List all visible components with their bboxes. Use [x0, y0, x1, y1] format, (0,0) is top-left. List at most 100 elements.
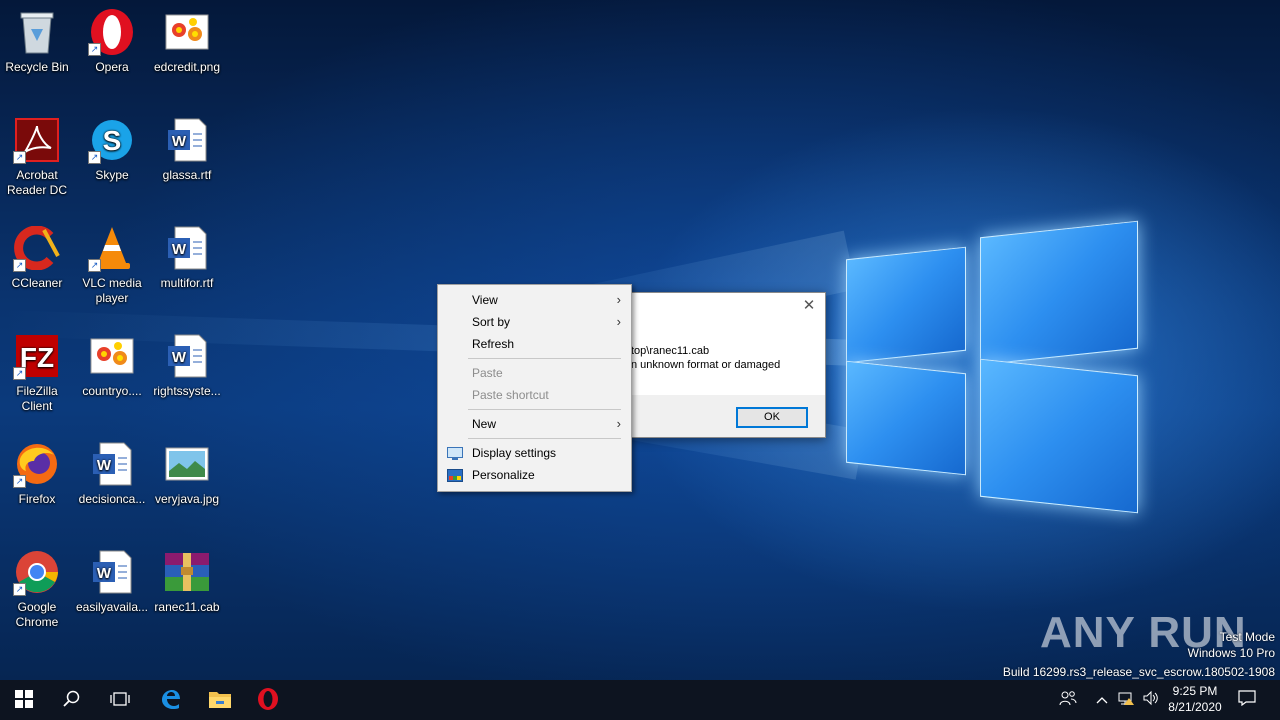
menu-separator — [468, 409, 621, 410]
svg-text:W: W — [172, 349, 187, 366]
menu-item-refresh[interactable]: Refresh — [438, 333, 631, 355]
skype-icon: S ↗ — [88, 116, 136, 164]
desktop-icon-multifor[interactable]: W multifor.rtf — [150, 224, 224, 291]
desktop-icon-glassa[interactable]: W glassa.rtf — [150, 116, 224, 183]
icon-label: FileZilla Client — [16, 384, 58, 413]
chevron-up-icon — [1096, 693, 1108, 708]
taskbar — [0, 680, 1280, 720]
desktop-icon-firefox[interactable]: ↗ Firefox — [0, 440, 74, 507]
shortcut-arrow-icon: ↗ — [88, 259, 101, 272]
desktop-icon-edcredit[interactable]: edcredit.png — [150, 8, 224, 75]
shortcut-arrow-icon: ↗ — [88, 151, 101, 164]
taskbar-file-explorer[interactable] — [196, 680, 244, 720]
menu-separator — [468, 438, 621, 439]
word-document-icon: W — [163, 332, 211, 380]
taskbar-clock[interactable]: 9:25 PM 8/21/2020 — [1160, 683, 1230, 715]
winrar-archive-icon — [163, 548, 211, 596]
task-view-icon — [110, 691, 130, 710]
clock-time: 9:25 PM — [1172, 684, 1218, 698]
icon-label: easilyavaila... — [75, 600, 149, 614]
menu-item-personalize[interactable]: Personalize — [438, 464, 631, 486]
people-icon — [1059, 690, 1077, 710]
opera-icon — [257, 687, 279, 714]
watermark-edition: Windows 10 Pro — [1187, 646, 1275, 660]
desktop-icon-vlc[interactable]: ↗ VLC media player — [75, 224, 149, 306]
filezilla-icon: FZ ↗ — [13, 332, 61, 380]
display-settings-icon — [447, 446, 463, 460]
desktop-icon-rightssyste[interactable]: W rightssyste... — [150, 332, 224, 399]
menu-item-label: Sort by — [472, 315, 511, 329]
desktop-icon-chrome[interactable]: ↗ Google Chrome — [0, 548, 74, 630]
action-center-button[interactable] — [1230, 680, 1264, 720]
watermark-build: Build 16299.rs3_release_svc_escrow.18050… — [1002, 665, 1275, 679]
close-icon[interactable]: ✕ — [801, 297, 817, 313]
menu-item-view[interactable]: View › — [438, 289, 631, 311]
icon-label: countryo.... — [82, 384, 142, 398]
icon-label: Skype — [95, 168, 129, 182]
logo-pane — [846, 246, 966, 364]
icon-label: Firefox — [18, 492, 56, 506]
icon-label: Opera — [95, 60, 129, 74]
show-hidden-icons-button[interactable] — [1092, 680, 1112, 720]
svg-text:W: W — [97, 457, 112, 474]
icon-label: edcredit.png — [153, 60, 221, 74]
menu-item-label: Refresh — [472, 337, 515, 351]
svg-text:W: W — [172, 241, 187, 258]
desktop-icon-ccleaner[interactable]: ↗ CCleaner — [0, 224, 74, 291]
dialog-message-line2: n unknown format or damaged — [631, 359, 781, 371]
icon-label: VLC media player — [82, 276, 142, 305]
menu-item-new[interactable]: New › — [438, 413, 631, 435]
logo-pane — [846, 360, 966, 476]
windows-start-icon — [15, 689, 33, 711]
watermark-test-mode: Test Mode — [1219, 630, 1275, 644]
people-button[interactable] — [1056, 680, 1080, 720]
svg-text:W: W — [172, 133, 187, 150]
menu-item-label: Paste — [472, 366, 503, 380]
menu-item-label: Personalize — [472, 468, 535, 482]
taskbar-opera[interactable] — [244, 680, 292, 720]
notification-icon — [1238, 690, 1256, 710]
network-button[interactable] — [1114, 680, 1138, 720]
menu-item-label: View — [472, 293, 498, 307]
shortcut-arrow-icon: ↗ — [13, 583, 26, 596]
desktop-icon-veryjava[interactable]: veryjava.jpg — [150, 440, 224, 507]
search-icon — [63, 690, 81, 711]
taskbar-edge[interactable] — [146, 680, 194, 720]
desktop-icon-ranec11[interactable]: ranec11.cab — [150, 548, 224, 615]
search-button[interactable] — [48, 680, 96, 720]
desktop-icon-decisionca[interactable]: W decisionca... — [75, 440, 149, 507]
icon-label: Google Chrome — [15, 600, 59, 629]
desktop-context-menu: View › Sort by › Refresh Paste Paste sho… — [437, 284, 632, 492]
personalize-icon — [447, 468, 463, 482]
desktop-icon-opera[interactable]: ↗ Opera — [75, 8, 149, 75]
desktop-icon-easilyavaila[interactable]: W easilyavaila... — [75, 548, 149, 615]
word-document-icon: W — [88, 548, 136, 596]
icon-label: Recycle Bin — [5, 60, 69, 74]
menu-item-label: New — [472, 417, 497, 431]
start-button[interactable] — [0, 680, 48, 720]
volume-icon — [1142, 690, 1160, 710]
ok-button[interactable]: OK — [736, 407, 808, 428]
svg-text:S: S — [103, 125, 122, 156]
clock-date: 8/21/2020 — [1168, 700, 1222, 714]
edge-icon — [159, 688, 181, 713]
menu-item-display-settings[interactable]: Display settings — [438, 442, 631, 464]
logo-pane — [980, 358, 1138, 514]
icon-label: decisionca... — [78, 492, 146, 506]
task-view-button[interactable] — [96, 680, 144, 720]
error-dialog: ✕ top\ranec11.cab n unknown format or da… — [600, 292, 826, 438]
menu-item-paste: Paste — [438, 362, 631, 384]
logo-pane — [980, 220, 1138, 366]
desktop-icon-acrobat[interactable]: ↗ Acrobat Reader DC — [0, 116, 74, 198]
desktop-icon-filezilla[interactable]: FZ ↗ FileZilla Client — [0, 332, 74, 414]
desktop-icon-countryo[interactable]: countryo.... — [75, 332, 149, 399]
desktop-icon-recycle-bin[interactable]: Recycle Bin — [0, 8, 74, 75]
network-warning-icon — [1117, 690, 1135, 710]
word-document-icon: W — [88, 440, 136, 488]
menu-item-label: Paste shortcut — [472, 388, 549, 402]
icon-label: multifor.rtf — [160, 276, 214, 290]
volume-button[interactable] — [1140, 680, 1162, 720]
menu-item-sort-by[interactable]: Sort by › — [438, 311, 631, 333]
shortcut-arrow-icon: ↗ — [13, 151, 26, 164]
desktop-icon-skype[interactable]: S ↗ Skype — [75, 116, 149, 183]
